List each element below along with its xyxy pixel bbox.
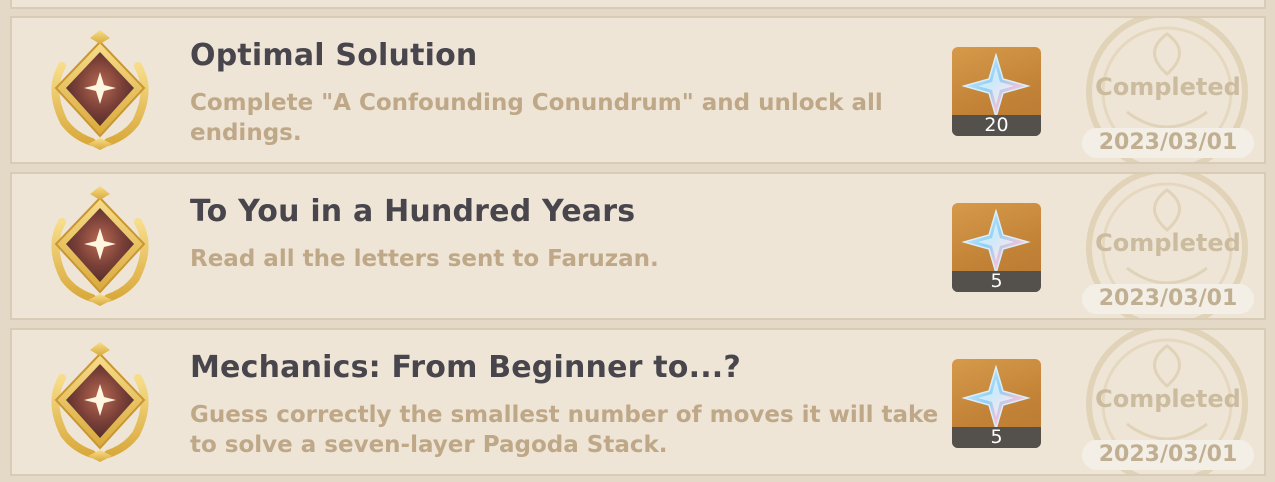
achievement-description: Guess correctly the smallest number of m… — [190, 402, 939, 458]
primogem-icon — [962, 209, 1031, 275]
reward-count: 5 — [952, 271, 1041, 292]
completion-status: Completed — [1095, 73, 1241, 101]
primogem-icon — [962, 53, 1031, 119]
completion-date: 2023/03/01 — [1082, 440, 1254, 470]
completion-status: Completed — [1095, 385, 1241, 413]
achievement-title: Optimal Solution — [190, 38, 478, 73]
achievement-description: Read all the letters sent to Faruzan. — [190, 246, 659, 272]
completion-date: 2023/03/01 — [1082, 284, 1254, 314]
achievement-card[interactable]: To You in a Hundred Years Read all the l… — [10, 172, 1266, 320]
achievement-card[interactable]: Mechanics: From Beginner to...? Guess co… — [10, 328, 1266, 476]
achievement-title: To You in a Hundred Years — [190, 194, 636, 229]
reward-count: 5 — [952, 427, 1041, 448]
achievement-title: Mechanics: From Beginner to...? — [190, 350, 742, 385]
achievement-medal-icon — [40, 184, 160, 308]
achievement-description: Complete "A Confounding Conundrum" and u… — [190, 90, 883, 146]
reward-item[interactable]: 5 — [952, 359, 1041, 448]
reward-count: 20 — [952, 115, 1041, 136]
completion-date: 2023/03/01 — [1082, 128, 1254, 158]
reward-item[interactable]: 20 — [952, 47, 1041, 136]
achievement-card[interactable]: Optimal Solution Complete "A Confounding… — [10, 16, 1266, 164]
primogem-icon — [962, 365, 1031, 431]
previous-achievement-card-edge — [10, 0, 1266, 9]
achievement-medal-icon — [40, 340, 160, 464]
achievement-medal-icon — [40, 28, 160, 152]
reward-item[interactable]: 5 — [952, 203, 1041, 292]
completion-status: Completed — [1095, 229, 1241, 257]
